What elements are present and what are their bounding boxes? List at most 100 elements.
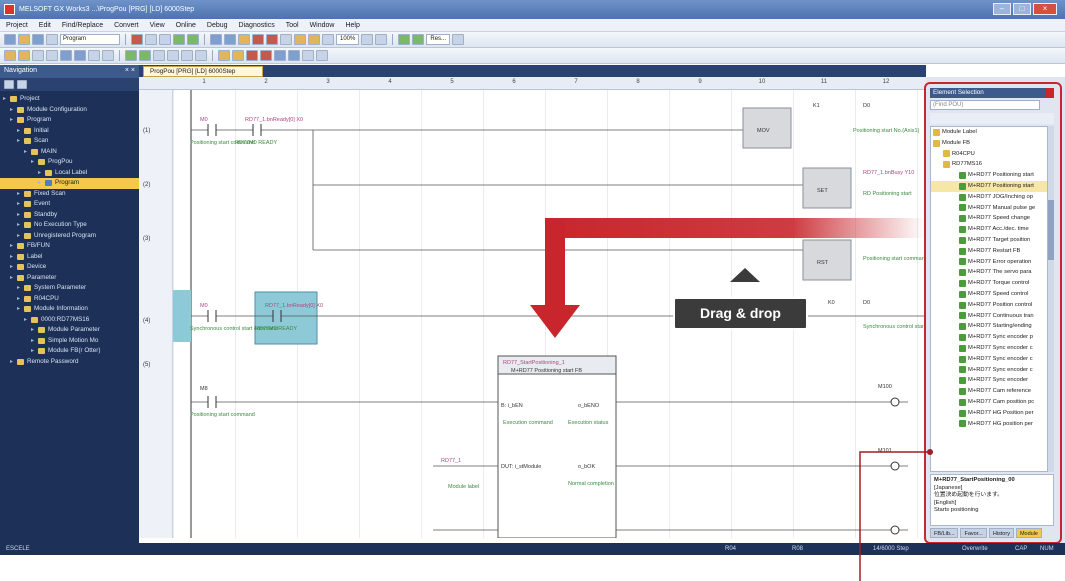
jump-icon[interactable]: [302, 50, 314, 61]
output-coil[interactable]: [890, 525, 900, 535]
tree-item[interactable]: ▸ Standby: [0, 210, 139, 221]
convert-icon[interactable]: [308, 34, 320, 45]
tree-item[interactable]: ▸ Program: [0, 115, 139, 126]
zoom-field[interactable]: 100%: [336, 34, 360, 45]
filter-icon[interactable]: [17, 80, 27, 89]
menu-convert[interactable]: Convert: [114, 22, 139, 29]
tree-item[interactable]: ▸ R04CPU: [0, 294, 139, 305]
expand-icon[interactable]: ▸: [17, 220, 24, 231]
expand-icon[interactable]: ▸: [17, 210, 24, 221]
tree-item[interactable]: ▸ Unregistered Program: [0, 231, 139, 242]
program-select[interactable]: Program: [60, 34, 120, 45]
expand-icon[interactable]: ▸: [31, 336, 38, 347]
copy-icon[interactable]: [145, 34, 157, 45]
rising-edge-icon[interactable]: [125, 50, 137, 61]
output-coil[interactable]: [890, 461, 900, 471]
undo-icon[interactable]: [173, 34, 185, 45]
tree-item[interactable]: ▸ Project: [0, 94, 139, 105]
monitor-stop-icon[interactable]: [266, 34, 278, 45]
expand-icon[interactable]: ▸: [10, 252, 17, 263]
expand-icon[interactable]: ▸: [17, 199, 24, 210]
parallel-close-icon[interactable]: [46, 50, 58, 61]
dropdown-icon[interactable]: [452, 34, 465, 45]
expand-icon[interactable]: ▸: [31, 346, 38, 357]
expand-icon[interactable]: ▸: [17, 304, 24, 315]
menu-diagnostics[interactable]: Diagnostics: [239, 22, 275, 29]
open-project-icon[interactable]: [18, 34, 30, 45]
cut-icon[interactable]: [131, 34, 143, 45]
tree-item[interactable]: ▸ No Execution Type: [0, 220, 139, 231]
tree-item[interactable]: ▸ MAIN: [0, 147, 139, 158]
expand-icon[interactable]: ▸: [10, 357, 17, 368]
step-field[interactable]: Res...: [426, 34, 451, 45]
tree-item[interactable]: ▸ Parameter: [0, 273, 139, 284]
vline-icon[interactable]: [102, 50, 114, 61]
cross-ref-icon[interactable]: [274, 50, 286, 61]
close-button[interactable]: ×: [1033, 3, 1057, 15]
expand-icon[interactable]: ▸: [17, 136, 24, 147]
instruction-icon[interactable]: [74, 50, 86, 61]
run-icon[interactable]: [398, 34, 411, 45]
step-icon[interactable]: [412, 34, 425, 45]
tree-item[interactable]: ▸ Module Parameter: [0, 325, 139, 336]
zoom-in-icon[interactable]: [361, 34, 374, 45]
tree-item[interactable]: ▸ Module Information: [0, 304, 139, 315]
menu-window[interactable]: Window: [310, 22, 335, 29]
menu-tool[interactable]: Tool: [286, 22, 299, 29]
expand-icon[interactable]: ▸: [31, 325, 38, 336]
hline-icon[interactable]: [88, 50, 100, 61]
expand-icon[interactable]: ▸: [10, 115, 17, 126]
tab-progpou[interactable]: ProgPou [PRG] [LD] 6000Step: [143, 66, 263, 77]
tree-item[interactable]: ▸ Label: [0, 252, 139, 263]
tree-item[interactable]: ▸ ProgPou: [0, 157, 139, 168]
expand-icon[interactable]: ▸: [17, 283, 24, 294]
minimize-button[interactable]: –: [993, 3, 1011, 15]
expand-icon[interactable]: ▸: [10, 105, 17, 116]
tree-item[interactable]: ▸ Local Label: [0, 168, 139, 179]
expand-icon[interactable]: ▸: [17, 189, 24, 200]
tree-item[interactable]: ▸ Initial: [0, 126, 139, 137]
fb-icon[interactable]: [218, 50, 230, 61]
monitor-start-icon[interactable]: [252, 34, 264, 45]
ladder-diagram[interactable]: M0 Positioning start command RD77_1.bnRead…: [173, 90, 926, 538]
ladder-canvas[interactable]: M0 Positioning start command RD77_1.bnRead…: [173, 90, 926, 538]
fb-block[interactable]: [497, 355, 617, 538]
ladder-icon[interactable]: [294, 34, 306, 45]
panel-close-icon[interactable]: × ×: [125, 67, 135, 76]
coil-icon[interactable]: [60, 50, 72, 61]
device-comment-icon[interactable]: [260, 50, 272, 61]
expand-icon[interactable]: ▸: [17, 294, 24, 305]
expand-icon[interactable]: ▸: [24, 315, 31, 326]
invert-icon[interactable]: [153, 50, 165, 61]
expand-icon[interactable]: ▸: [3, 94, 10, 105]
falling-edge-icon[interactable]: [139, 50, 151, 61]
expand-icon[interactable]: ▸: [10, 273, 17, 284]
comment-icon[interactable]: [167, 50, 179, 61]
expand-icon[interactable]: ▸: [10, 262, 17, 273]
tree-item[interactable]: ▸ Fixed Scan: [0, 189, 139, 200]
device-icon[interactable]: [280, 34, 292, 45]
zoom-out-icon[interactable]: [375, 34, 388, 45]
menu-help[interactable]: Help: [345, 22, 359, 29]
device-list-icon[interactable]: [288, 50, 300, 61]
close-contact-icon[interactable]: [18, 50, 30, 61]
new-project-icon[interactable]: [4, 34, 16, 45]
parallel-open-icon[interactable]: [32, 50, 44, 61]
maximize-button[interactable]: □: [1013, 3, 1031, 15]
tree-item[interactable]: ▸ System Parameter: [0, 283, 139, 294]
menu-project[interactable]: Project: [6, 22, 28, 29]
tree-item[interactable]: ▸ Program: [0, 178, 139, 189]
bookmark-icon[interactable]: [316, 50, 328, 61]
tree-item[interactable]: ▸ Event: [0, 199, 139, 210]
expand-icon[interactable]: ▸: [17, 126, 24, 137]
note-icon[interactable]: [195, 50, 207, 61]
save-icon[interactable]: [32, 34, 44, 45]
redo-icon[interactable]: [187, 34, 199, 45]
selected-contact-cell[interactable]: [254, 291, 318, 345]
print-icon[interactable]: [46, 34, 58, 45]
menu-edit[interactable]: Edit: [39, 22, 51, 29]
output-coil[interactable]: [890, 397, 900, 407]
tree-item[interactable]: ▸ Module FB(r Otter): [0, 346, 139, 357]
label-icon[interactable]: [246, 50, 258, 61]
menu-find-replace[interactable]: Find/Replace: [62, 22, 103, 29]
